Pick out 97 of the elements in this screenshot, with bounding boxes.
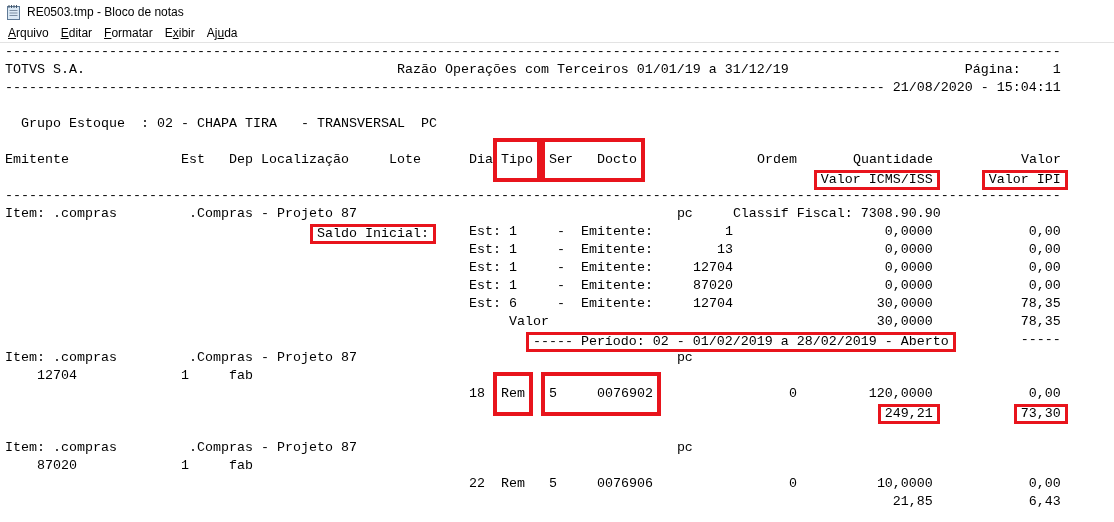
report-text: Est xyxy=(181,152,205,167)
report-text: 30,0000 xyxy=(876,296,933,311)
report-text: ----- xyxy=(1020,332,1061,347)
report-text: 21,85 xyxy=(892,494,933,509)
report-text: 22 xyxy=(468,476,485,491)
report-text: 1 xyxy=(724,224,733,239)
highlighted-text: ----- Período: 02 - 01/02/2019 a 28/02/2019 - Aberto xyxy=(525,332,956,352)
report-text: pc xyxy=(676,440,693,455)
report-text: Página: 1 xyxy=(964,62,1061,77)
report-text: ------------------------------------------------------------------------------------------------------------------------------------ xyxy=(5,44,1061,59)
report-text: 1 xyxy=(181,368,189,383)
report-text: Grupo Estoque : 02 - CHAPA TIRA - TRANSVERSAL PC xyxy=(21,116,437,131)
highlighted-text: 249,21 xyxy=(877,404,940,424)
report-text: 12704 xyxy=(692,296,733,311)
report-text: ------------------------------------------------------------------------------------------------------------------------------------ xyxy=(5,188,1061,203)
report-text: 18 xyxy=(468,386,485,401)
report-text: Classif Fiscal: 7308.90.90 xyxy=(732,206,941,221)
highlighted-text: Saldo Inicial: xyxy=(309,224,436,244)
report-text: 0,0000 xyxy=(884,242,933,257)
report-text: 0,0000 xyxy=(884,224,933,239)
report-text: Item: .compras xyxy=(5,440,117,455)
highlighted-text: Ser Docto xyxy=(540,138,645,182)
report-text: 0,00 xyxy=(1028,278,1061,293)
report-text: Localização xyxy=(261,152,349,167)
report-text: Emitente: xyxy=(580,296,653,311)
report-text: 87020 xyxy=(37,458,77,473)
highlighted-text: 5 0076902 xyxy=(540,372,661,416)
report-text: 0 xyxy=(788,476,797,491)
menu-item[interactable]: Arquivo xyxy=(2,23,55,42)
report-text: Est: 1 xyxy=(468,278,517,293)
report-text: 87020 xyxy=(692,278,733,293)
report-text: Razão Operações com Terceiros 01/01/19 a 31/12/19 xyxy=(396,62,789,77)
report-text: 78,35 xyxy=(1020,296,1061,311)
report-text: 78,35 xyxy=(1020,314,1061,329)
menu-item[interactable]: Ajuda xyxy=(200,23,244,42)
report-text: Quantidade xyxy=(852,152,933,167)
report-text: 0 xyxy=(788,386,797,401)
report-text: 6,43 xyxy=(1028,494,1061,509)
report-text: fab xyxy=(229,368,253,383)
report-text: 0,00 xyxy=(1028,476,1061,491)
report-text: Dia xyxy=(468,152,493,167)
report-text: Item: .compras xyxy=(5,206,117,221)
report-text: 1 xyxy=(181,458,189,473)
report-text: - xyxy=(556,278,565,293)
report-text: 0,00 xyxy=(1028,260,1061,275)
report-text: -------------------------------------------------------------------------------------------------------------- xyxy=(5,80,885,95)
report-text: Est: 1 xyxy=(468,260,517,275)
report-text: 0,00 xyxy=(1028,386,1061,401)
highlighted-text: Rem xyxy=(492,372,533,416)
report-text: 0,00 xyxy=(1028,224,1061,239)
report-text: .Compras - Projeto 87 xyxy=(188,350,357,365)
report-text: 120,0000 xyxy=(868,386,933,401)
report-text: Ordem xyxy=(756,152,797,167)
report-text: 13 xyxy=(716,242,733,257)
report-text: Emitente: xyxy=(580,278,653,293)
window-title: RE0503.tmp - Bloco de notas xyxy=(27,4,184,19)
report-text: TOTVS S.A. xyxy=(5,62,85,77)
report-text: fab xyxy=(229,458,253,473)
notepad-icon xyxy=(6,3,21,20)
report-text: - xyxy=(556,242,565,257)
highlighted-text: Valor ICMS/ISS xyxy=(813,170,940,190)
highlighted-text: 73,30 xyxy=(1013,404,1068,424)
report-text: Valor xyxy=(1020,152,1061,167)
report-text: Est: 1 xyxy=(468,224,517,239)
report-text: - xyxy=(556,296,565,311)
report-text: pc xyxy=(676,206,693,221)
report-text: - xyxy=(556,224,565,239)
report-text: .Compras - Projeto 87 xyxy=(188,206,357,221)
report-text: 0,0000 xyxy=(884,260,933,275)
highlighted-text: Valor IPI xyxy=(981,170,1068,190)
report-text: 0,00 xyxy=(1028,242,1061,257)
report-text: Valor xyxy=(508,314,549,329)
menu-item[interactable]: Exibir xyxy=(158,23,201,42)
report-text: Est: 1 xyxy=(468,242,517,257)
report-text: pc xyxy=(676,350,693,365)
menu-item[interactable]: Formatar xyxy=(98,23,159,42)
report-text: Emitente xyxy=(5,152,69,167)
report-text: Emitente: xyxy=(580,224,653,239)
report-text: 21/08/2020 - 15:04:11 xyxy=(892,80,1061,95)
report-text: 12704 xyxy=(37,368,77,383)
report-text: Est: 6 xyxy=(468,296,517,311)
report-text: Item: .compras xyxy=(5,350,117,365)
report-text: Rem xyxy=(500,476,525,491)
report-text: 10,0000 xyxy=(876,476,933,491)
report-text: Emitente: xyxy=(580,260,653,275)
report-text: 30,0000 xyxy=(876,314,933,329)
report-text: 5 xyxy=(548,476,557,491)
report-text: Emitente: xyxy=(580,242,653,257)
menu-item[interactable]: Editar xyxy=(54,23,99,42)
report-text: 0,0000 xyxy=(884,278,933,293)
report-text: .Compras - Projeto 87 xyxy=(188,440,357,455)
report-text: 0076906 xyxy=(596,476,653,491)
report-text: - xyxy=(556,260,565,275)
report-text: Lote xyxy=(388,152,421,167)
highlighted-text: Tipo xyxy=(492,138,541,182)
report-text: 12704 xyxy=(692,260,733,275)
report-text: Dep xyxy=(229,152,253,167)
